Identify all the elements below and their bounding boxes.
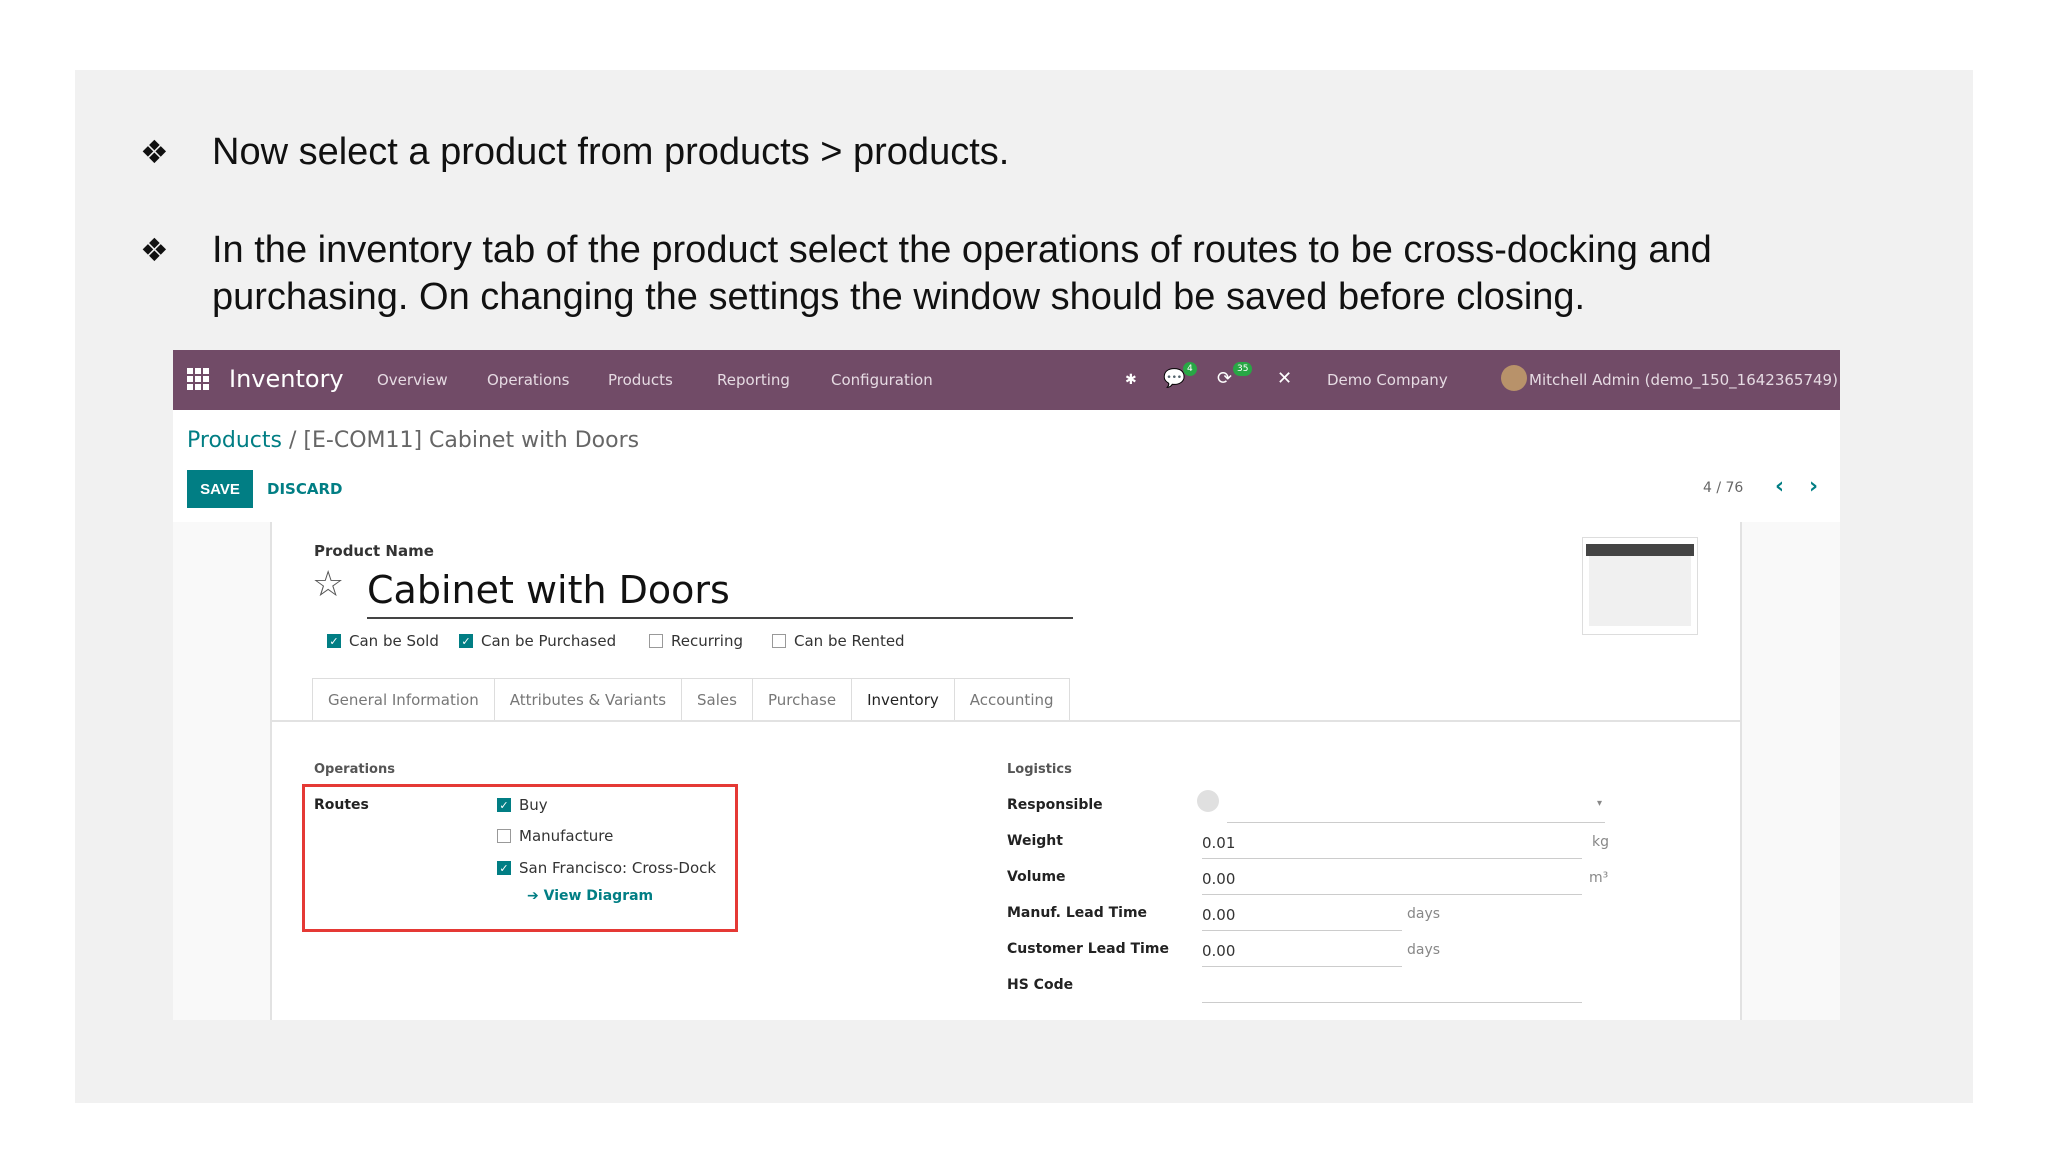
route-manufacture[interactable]: Manufacture <box>497 827 613 845</box>
discard-button[interactable]: DISCARD <box>267 480 342 498</box>
checkbox-checked-icon: ✓ <box>327 634 341 648</box>
checkbox-unchecked-icon <box>649 634 663 648</box>
menu-operations[interactable]: Operations <box>487 371 569 389</box>
pager-next-icon[interactable]: › <box>1809 474 1818 499</box>
checkbox-can-be-rented[interactable]: Can be Rented <box>772 632 905 650</box>
apps-menu-icon[interactable] <box>187 368 209 390</box>
product-image[interactable] <box>1582 537 1698 635</box>
user-avatar[interactable] <box>1501 365 1527 391</box>
volume-field[interactable]: 0.00 <box>1202 870 1235 888</box>
chat-icon[interactable]: 💬 <box>1163 368 1185 389</box>
manuf-lead-time-label: Manuf. Lead Time <box>1007 905 1148 921</box>
product-name-label: Product Name <box>314 542 434 560</box>
checkbox-label: Can be Rented <box>794 632 905 650</box>
checkbox-checked-icon: ✓ <box>497 861 511 875</box>
app-brand[interactable]: Inventory <box>229 365 344 393</box>
tab-purchase[interactable]: Purchase <box>753 679 853 721</box>
bullet-diamond-icon: ❖ <box>140 231 169 269</box>
menu-reporting[interactable]: Reporting <box>717 371 790 389</box>
hs-code-label: HS Code <box>1007 977 1074 993</box>
tab-general-information[interactable]: General Information <box>313 679 495 721</box>
bullet-text: Now select a product from products > pro… <box>212 131 1010 173</box>
tab-divider <box>272 720 1740 722</box>
messages-badge: 4 <box>1183 362 1197 376</box>
breadcrumb-separator: / <box>282 428 304 453</box>
weight-label: Weight <box>1007 833 1063 849</box>
customer-lead-time-underline <box>1202 966 1402 967</box>
manuf-lead-time-unit: days <box>1407 906 1441 922</box>
route-label: Buy <box>519 796 548 814</box>
route-san-francisco-cross-dock[interactable]: ✓ San Francisco: Cross-Dock <box>497 859 716 877</box>
hs-code-field[interactable] <box>1202 1002 1582 1003</box>
menu-overview[interactable]: Overview <box>377 371 448 389</box>
form-sheet: Product Name ☆ Cabinet with Doors ✓ Can b… <box>270 522 1742 1020</box>
control-panel: Products / [E-COM11] Cabinet with Doors … <box>173 410 1840 524</box>
responsible-avatar-icon <box>1197 790 1219 812</box>
checkbox-label: Recurring <box>671 632 743 650</box>
route-label: San Francisco: Cross-Dock <box>519 859 717 877</box>
breadcrumb-current: [E-COM11] Cabinet with Doors <box>303 428 640 453</box>
bullet-1: ❖ Now select a product from products > p… <box>140 129 1892 176</box>
weight-unit: kg <box>1592 834 1609 850</box>
activity-clock-icon[interactable]: ⟳ <box>1217 368 1232 389</box>
customer-lead-time-field[interactable]: 0.00 <box>1202 942 1235 960</box>
tab-attributes-variants[interactable]: Attributes & Variants <box>495 679 683 721</box>
weight-field[interactable]: 0.01 <box>1202 834 1235 852</box>
bullet-text: In the inventory tab of the product sele… <box>212 229 1712 318</box>
favorite-star-icon[interactable]: ☆ <box>312 564 344 605</box>
customer-lead-time-label: Customer Lead Time <box>1007 941 1169 957</box>
form-tabs: General Information Attributes & Variant… <box>312 678 1070 721</box>
tab-accounting[interactable]: Accounting <box>955 679 1069 721</box>
responsible-field[interactable] <box>1227 822 1605 823</box>
company-switcher[interactable]: Demo Company <box>1327 371 1448 389</box>
menu-configuration[interactable]: Configuration <box>831 371 933 389</box>
bug-icon[interactable]: ✱ <box>1125 372 1137 388</box>
bullet-2: ❖ In the inventory tab of the product se… <box>140 227 1892 321</box>
view-diagram-label: View Diagram <box>543 888 654 904</box>
checkbox-can-be-sold[interactable]: ✓ Can be Sold <box>327 632 439 650</box>
tab-inventory[interactable]: Inventory <box>852 679 955 721</box>
tools-icon[interactable]: ✕ <box>1277 368 1292 389</box>
form-background-right <box>1740 522 1840 1020</box>
checkbox-unchecked-icon <box>772 634 786 648</box>
checkbox-can-be-purchased[interactable]: ✓ Can be Purchased <box>459 632 616 650</box>
operations-section-title: Operations <box>314 762 395 777</box>
tab-sales[interactable]: Sales <box>682 679 753 721</box>
pager-value[interactable]: 4 / 76 <box>1703 480 1743 496</box>
activities-badge: 35 <box>1233 362 1253 376</box>
user-menu[interactable]: Mitchell Admin (demo_150_1642365749) <box>1529 371 1838 389</box>
form-background-left <box>173 522 270 1020</box>
responsible-dropdown-icon[interactable]: ▾ <box>1597 798 1602 809</box>
logistics-section-title: Logistics <box>1007 762 1072 777</box>
save-button[interactable]: SAVE <box>187 470 253 508</box>
arrow-right-icon: ➔ <box>527 888 544 904</box>
menu-products[interactable]: Products <box>608 371 673 389</box>
checkbox-label: Can be Purchased <box>481 632 617 650</box>
route-label: Manufacture <box>519 827 614 845</box>
volume-unit: m³ <box>1589 870 1609 886</box>
checkbox-recurring[interactable]: Recurring <box>649 632 743 650</box>
checkbox-checked-icon: ✓ <box>497 798 511 812</box>
breadcrumb-products-link[interactable]: Products <box>187 428 282 453</box>
checkbox-label: Can be Sold <box>349 632 439 650</box>
manuf-lead-time-field[interactable]: 0.00 <box>1202 906 1235 924</box>
manuf-lead-time-underline <box>1202 930 1402 931</box>
top-navbar: Inventory Overview Operations Products R… <box>173 350 1840 410</box>
view-diagram-link[interactable]: ➔ View Diagram <box>527 888 653 904</box>
breadcrumb: Products / [E-COM11] Cabinet with Doors <box>187 428 639 453</box>
routes-label: Routes <box>314 797 369 813</box>
product-name-field[interactable]: Cabinet with Doors <box>367 568 730 612</box>
checkbox-checked-icon: ✓ <box>459 634 473 648</box>
bullet-diamond-icon: ❖ <box>140 133 169 171</box>
route-buy[interactable]: ✓ Buy <box>497 796 548 814</box>
customer-lead-time-unit: days <box>1407 942 1441 958</box>
screenshot: Inventory Overview Operations Products R… <box>173 350 1840 1020</box>
pager-previous-icon[interactable]: ‹ <box>1775 474 1784 499</box>
weight-underline <box>1202 858 1582 859</box>
checkbox-unchecked-icon <box>497 829 511 843</box>
volume-label: Volume <box>1007 869 1066 885</box>
responsible-label: Responsible <box>1007 797 1103 813</box>
product-name-underline <box>367 617 1073 619</box>
volume-underline <box>1202 894 1582 895</box>
